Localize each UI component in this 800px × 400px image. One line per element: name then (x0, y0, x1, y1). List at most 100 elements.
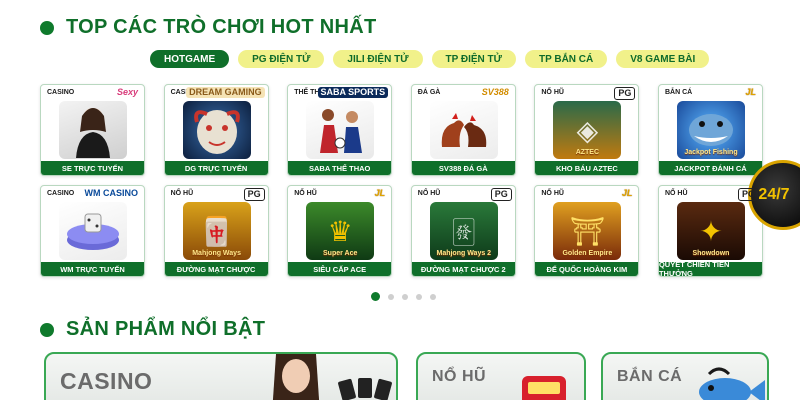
crown-icon: ♛ (327, 215, 353, 247)
game-card-aztec[interactable]: NỔ HŨ PG ◈ AZTEC KHO BÁU AZTEC (534, 84, 640, 176)
game-card-se[interactable]: CASINO Sexy SE TRỰC TUYẾN (40, 84, 145, 176)
provider-logo: PG (737, 188, 759, 201)
pagination-dot[interactable] (402, 293, 408, 300)
provider-logo: PG (243, 188, 265, 201)
provider-logo: Sexy (116, 87, 138, 97)
game-name: ĐƯỜNG MẠT CHƯỢC 2 (411, 262, 515, 276)
game-card-mahjong-ways[interactable]: NỔ HŨ PG 🀄 Mahjong Ways ĐƯỜNG MẠT CHƯỢC (163, 185, 269, 277)
game-category: CASINO (47, 89, 75, 96)
provider-logo: DREAM GAMING (186, 87, 265, 98)
game-category: CASINO (47, 190, 75, 197)
featured-title: SẢN PHẨM NỔI BẬT (66, 318, 266, 340)
game-name: WM TRỰC TUYẾN (41, 262, 144, 276)
bullet-icon (40, 322, 54, 337)
game-artwork (59, 101, 127, 159)
game-category: NỔ HŨ (417, 190, 441, 197)
game-art-title: Jackpot Fishing (684, 149, 738, 156)
pagination-dot[interactable] (416, 293, 422, 300)
featured-card-label: NỔ HŨ (432, 368, 487, 385)
game-artwork (59, 202, 127, 260)
game-name: ĐẾ QUỐC HOÀNG KIM (535, 262, 639, 276)
game-name: SE TRỰC TUYẾN (41, 161, 144, 175)
dragon-mask-icon (193, 110, 240, 154)
game-card-super-ace[interactable]: NỔ HŨ JL ♛ Super Ace SIÊU CẤP ACE (287, 185, 393, 277)
mahjong-tile-icon: 🀅 (452, 214, 475, 246)
game-card-showdown[interactable]: NỔ HŨ PG ✦ Showdown QUYẾT CHIẾN TIỀN THƯ… (657, 185, 763, 277)
featured-card-label: BẮN CÁ (617, 368, 683, 385)
provider-logo: PG (614, 87, 636, 100)
tab-pg-dien-tu[interactable]: PG ĐIỆN TỬ (238, 50, 325, 68)
provider-logo: SV388 (481, 87, 509, 97)
featured-card-no-hu[interactable]: NỔ HŨ (416, 352, 586, 400)
game-card-golden-empire[interactable]: NỔ HŨ JL ⛩ Golden Empire ĐẾ QUỐC HOÀNG K… (534, 185, 640, 277)
game-category: BẮN CÁ (664, 89, 693, 96)
game-category: NỔ HŨ (541, 190, 564, 197)
game-category: ĐÁ GÀ (417, 89, 441, 96)
provider-logo: JL (374, 188, 386, 198)
featured-card-ban-ca[interactable]: BẮN CÁ (601, 352, 769, 400)
pagination-dot[interactable] (388, 293, 394, 300)
game-artwork (182, 101, 251, 159)
provider-logo: JL (745, 87, 756, 97)
provider-logo: WM CASINO (84, 188, 139, 198)
game-artwork: ✦ Showdown (676, 202, 745, 260)
featured-card-casino[interactable]: CASINO (44, 352, 398, 400)
game-card-jackpot-fishing[interactable]: BẮN CÁ JL Jackpot Fishing JACKPOT ĐÁNH C… (657, 84, 763, 176)
game-artwork: 🀅 Mahjong Ways 2 (429, 202, 498, 260)
game-art-title: Mahjong Ways 2 (436, 250, 492, 257)
game-name: SV388 ĐÁ GÀ (411, 161, 515, 175)
game-card-saba[interactable]: THỂ THAO SABA SPORTS SABA THỂ THAO (287, 84, 393, 176)
pagination-dot[interactable] (371, 292, 380, 301)
game-artwork: ◈ AZTEC (553, 101, 622, 159)
game-card-wm[interactable]: CASINO WM CASINO WM TRỰC TUYẾN (40, 185, 145, 277)
game-artwork (429, 101, 498, 159)
provider-logo: PG (490, 188, 512, 201)
game-category: NỔ HŨ (170, 190, 194, 197)
fish-icon (699, 367, 765, 400)
games-grid: CASINO Sexy SE TRỰC TUYẾN CASINO DREAM G… (40, 84, 763, 277)
support-badge-label: 24/7 (758, 186, 790, 203)
game-card-sv388[interactable]: ĐÁ GÀ SV388 SV388 ĐÁ GÀ (410, 84, 516, 176)
casino-chip-icon (67, 213, 119, 250)
top-games-heading: TOP CÁC TRÒ CHƠI HOT NHẤT (40, 16, 377, 39)
game-artwork (306, 101, 375, 159)
cowboy-hat-icon: ✦ (699, 215, 723, 247)
tab-v8-game-bai[interactable]: V8 GAME BÀI (616, 50, 710, 68)
game-category: NỔ HŨ (294, 190, 317, 197)
tab-jili-dien-tu[interactable]: JILI ĐIỆN TỬ (333, 50, 423, 68)
temple-icon: ⛩ (569, 215, 606, 247)
athletes-icon (320, 109, 363, 153)
carousel-pagination (371, 292, 436, 301)
playing-cards-icon (338, 378, 392, 400)
game-art-title: Showdown (692, 250, 730, 257)
dealer-figure-icon (76, 108, 110, 158)
slot-machine-icon (522, 376, 566, 400)
game-name: ĐƯỜNG MẠT CHƯỢC (164, 262, 268, 276)
bullet-icon (40, 20, 54, 35)
pagination-dot[interactable] (430, 293, 436, 300)
dealer-portrait-icon (272, 354, 320, 400)
game-art-title: Golden Empire (562, 250, 613, 257)
tab-tp-ban-ca[interactable]: TP BẮN CÁ (524, 50, 608, 68)
game-artwork: ♛ Super Ace (306, 202, 375, 260)
game-category-tabs: HOTGAME PG ĐIỆN TỬ JILI ĐIỆN TỬ TP ĐIỆN … (150, 50, 710, 68)
roosters-icon (441, 113, 487, 147)
game-artwork: 🀄 Mahjong Ways (182, 202, 251, 260)
aztec-mask-icon: ◈ (576, 114, 599, 146)
game-name: SABA THỂ THAO (288, 161, 392, 175)
game-card-mahjong-ways-2[interactable]: NỔ HŨ PG 🀅 Mahjong Ways 2 ĐƯỜNG MẠT CHƯỢ… (410, 185, 516, 277)
mahjong-tile-icon: 🀄 (199, 215, 235, 247)
game-name: QUYẾT CHIẾN TIỀN THƯỞNG (658, 260, 762, 276)
game-name: SIÊU CẤP ACE (288, 262, 392, 276)
game-art-title: Super Ace (323, 250, 358, 257)
game-name: KHO BÁU AZTEC (535, 161, 639, 175)
game-artwork: Jackpot Fishing (676, 101, 745, 159)
provider-logo: JL (621, 188, 633, 198)
featured-heading: SẢN PHẨM NỔI BẬT (40, 318, 265, 341)
featured-card-label: CASINO (60, 368, 153, 394)
tab-hotgame[interactable]: HOTGAME (150, 50, 230, 68)
game-artwork: ⛩ Golden Empire (553, 202, 622, 260)
game-name: DG TRỰC TUYẾN (164, 161, 268, 175)
tab-tp-dien-tu[interactable]: TP ĐIỆN TỬ (431, 50, 516, 68)
game-card-dg[interactable]: CASINO DREAM GAMING DG TRỰC TUYẾN (163, 84, 269, 176)
